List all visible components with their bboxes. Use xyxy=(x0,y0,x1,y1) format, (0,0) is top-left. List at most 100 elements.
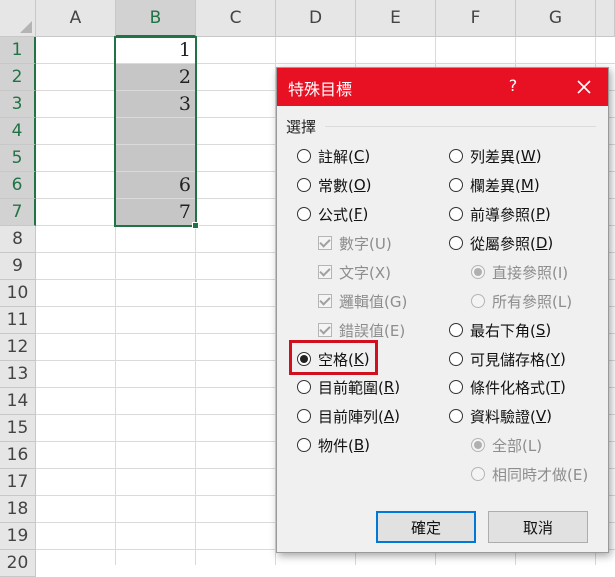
row-header-16[interactable]: 16 xyxy=(0,442,36,469)
checkbox-icon xyxy=(318,323,332,337)
row-header-15[interactable]: 15 xyxy=(0,415,36,442)
option-all-levels[interactable]: 所有參照(L) xyxy=(471,290,572,312)
row-header-7[interactable]: 7 xyxy=(0,199,36,226)
option-label: 數字(U) xyxy=(339,234,392,253)
row-label: 14 xyxy=(6,391,29,411)
option-label: 前導參照( xyxy=(470,205,536,224)
option-last-cell[interactable]: 最右下角(S) xyxy=(449,319,551,341)
option-visible-cells[interactable]: 可見儲存格(Y) xyxy=(449,348,566,370)
option-validation-all[interactable]: 全部(L) xyxy=(471,434,542,456)
row-header-17[interactable]: 17 xyxy=(0,469,36,496)
row-label: 7 xyxy=(11,202,23,222)
column-header-h[interactable] xyxy=(596,0,615,37)
option-column-differences[interactable]: 欄差異(M) xyxy=(449,174,540,196)
row-header-12[interactable]: 12 xyxy=(0,334,36,361)
option-label: 條件化格式( xyxy=(470,378,551,397)
column-header-e[interactable]: E xyxy=(356,0,436,37)
option-formulas[interactable]: 公式(F) xyxy=(297,203,368,225)
option-label: 邏輯值(G) xyxy=(339,292,408,311)
accelerator-key: D xyxy=(535,234,548,252)
option-row-differences[interactable]: 列差異(W) xyxy=(449,145,542,167)
option-label: 目前範圍( xyxy=(318,378,384,397)
option-precedents[interactable]: 前導參照(P) xyxy=(449,203,551,225)
option-validation-same[interactable]: 相同時才做(E) xyxy=(471,463,588,485)
select-all-triangle-icon xyxy=(20,21,32,33)
checkbox-numbers[interactable]: 數字(U) xyxy=(318,232,392,254)
row-header-1[interactable]: 1 xyxy=(0,37,36,64)
option-label: 相同時才做(E) xyxy=(492,465,589,484)
row-label: 20 xyxy=(6,553,29,573)
option-direct-only[interactable]: 直接參照(I) xyxy=(471,261,568,283)
checkbox-logicals[interactable]: 邏輯值(G) xyxy=(318,290,407,312)
option-label: 物件( xyxy=(318,436,354,455)
accelerator-key: C xyxy=(353,147,365,165)
row-header-4[interactable]: 4 xyxy=(0,118,36,145)
accelerator-key: V xyxy=(535,407,547,425)
close-icon[interactable] xyxy=(572,75,596,99)
accelerator-key: O xyxy=(353,176,366,194)
accelerator-key: Y xyxy=(550,350,561,368)
column-header-g[interactable]: G xyxy=(516,0,596,37)
row-header-20[interactable]: 20 xyxy=(0,550,36,577)
option-current-array[interactable]: 目前陣列(A) xyxy=(297,405,400,427)
column-header-a[interactable]: A xyxy=(36,0,116,37)
option-label: 最右下角( xyxy=(470,321,536,340)
checkbox-icon xyxy=(318,294,332,308)
column-header-f[interactable]: F xyxy=(436,0,516,37)
option-objects[interactable]: 物件(B) xyxy=(297,434,370,456)
accelerator-key: R xyxy=(383,378,395,396)
ok-button[interactable]: 確定 xyxy=(376,511,476,543)
checkbox-text[interactable]: 文字(X) xyxy=(318,261,391,283)
radio-selected-icon xyxy=(471,265,485,279)
accelerator-key: M xyxy=(520,176,534,194)
row-label: 2 xyxy=(11,67,23,87)
option-current-region[interactable]: 目前範圍(R) xyxy=(297,376,400,398)
row-header-13[interactable]: 13 xyxy=(0,361,36,388)
row-header-14[interactable]: 14 xyxy=(0,388,36,415)
dialog-title: 特殊目標 xyxy=(288,80,353,99)
row-header-3[interactable]: 3 xyxy=(0,91,36,118)
cancel-button[interactable]: 取消 xyxy=(488,511,588,543)
option-conditional-formats[interactable]: 條件化格式(T) xyxy=(449,376,566,398)
checkbox-errors[interactable]: 錯誤值(E) xyxy=(318,319,405,341)
column-header-d[interactable]: D xyxy=(276,0,356,37)
radio-icon xyxy=(297,149,311,163)
option-label-end: ) xyxy=(560,350,566,368)
row-label: 17 xyxy=(6,472,29,492)
row-header-18[interactable]: 18 xyxy=(0,496,36,523)
option-comments[interactable]: 註解(C) xyxy=(297,145,370,167)
selection-range-border xyxy=(114,36,197,227)
row-label: 12 xyxy=(6,337,29,357)
accelerator-key: A xyxy=(383,407,395,425)
help-button[interactable]: ? xyxy=(503,76,523,95)
column-header-b[interactable]: B xyxy=(116,0,196,37)
option-label: 欄差異( xyxy=(470,176,521,195)
radio-icon xyxy=(449,352,463,366)
row-header-9[interactable]: 9 xyxy=(0,253,36,280)
radio-icon xyxy=(449,149,463,163)
select-all-corner[interactable] xyxy=(0,0,36,37)
option-label: 可見儲存格( xyxy=(470,350,551,369)
row-header-5[interactable]: 5 xyxy=(0,145,36,172)
option-label-end: ) xyxy=(394,407,400,425)
row-header-2[interactable]: 2 xyxy=(0,64,36,91)
row-header-8[interactable]: 8 xyxy=(0,226,36,253)
row-label: 6 xyxy=(11,175,23,195)
option-label-end: ) xyxy=(544,205,551,223)
option-dependents[interactable]: 從屬參照(D) xyxy=(449,232,553,254)
option-constants[interactable]: 常數(O) xyxy=(297,174,372,196)
column-label: B xyxy=(149,7,162,28)
row-header-10[interactable]: 10 xyxy=(0,280,36,307)
column-header-c[interactable]: C xyxy=(196,0,276,37)
option-label-end: ) xyxy=(545,321,552,339)
dialog-titlebar[interactable]: 特殊目標 ? xyxy=(277,68,608,106)
row-header-11[interactable]: 11 xyxy=(0,307,36,334)
option-data-validation[interactable]: 資料驗證(V) xyxy=(449,405,552,427)
row-label: 3 xyxy=(11,94,23,114)
column-label: C xyxy=(229,8,242,28)
accelerator-key: P xyxy=(535,205,545,223)
radio-icon xyxy=(471,467,485,481)
row-header-19[interactable]: 19 xyxy=(0,523,36,550)
row-header-6[interactable]: 6 xyxy=(0,172,36,199)
fill-handle[interactable] xyxy=(192,222,199,229)
